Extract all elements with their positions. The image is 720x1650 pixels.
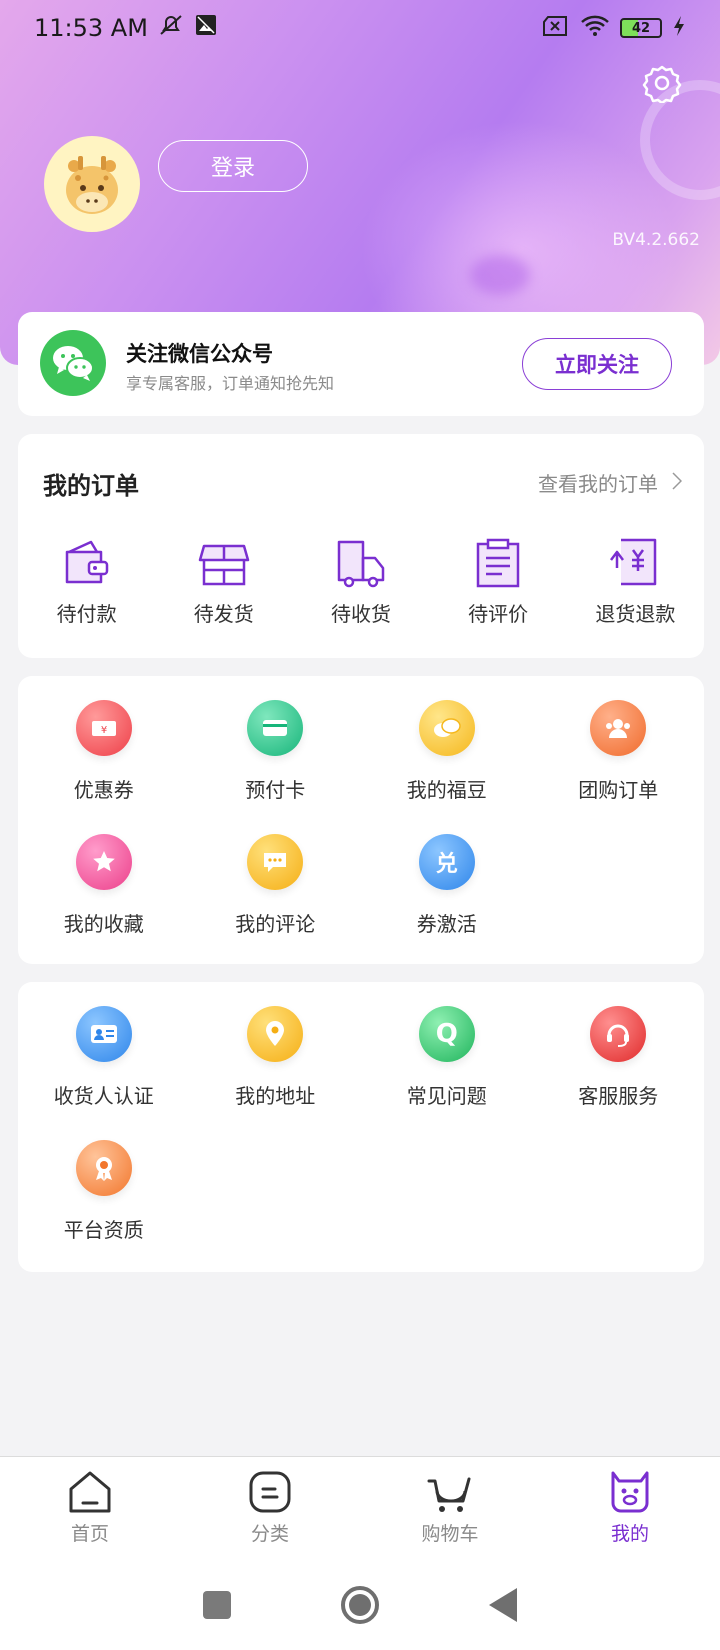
grid-label: 客服服务	[578, 1084, 659, 1108]
customer-service-entry[interactable]: 客服服务	[533, 1006, 705, 1140]
nav-cart[interactable]: 购物车	[360, 1457, 540, 1560]
wallet-icon	[65, 540, 108, 584]
group-icon	[590, 700, 647, 756]
order-refund[interactable]: 退货退款	[567, 534, 704, 627]
system-navigation-bar	[0, 1560, 720, 1650]
giraffe-avatar-icon	[66, 156, 118, 214]
recents-button[interactable]	[203, 1591, 231, 1619]
nav-mine[interactable]: 我的	[540, 1457, 720, 1560]
grid-label: 常见问题	[406, 1084, 487, 1108]
order-pending-receipt[interactable]: 待收货	[292, 534, 429, 627]
location-icon	[247, 1006, 304, 1062]
bottom-navigation: 首页 分类 购物车 我的	[0, 1456, 720, 1560]
favorites-entry[interactable]: 我的收藏	[18, 834, 190, 968]
headset-icon	[590, 1006, 647, 1062]
avatar[interactable]	[44, 136, 140, 232]
chevron-right-icon	[672, 471, 683, 495]
order-label: 待收货	[330, 602, 391, 626]
shop-icon	[198, 544, 250, 586]
order-label: 待发货	[193, 602, 254, 626]
faq-glyph: Q	[435, 1019, 458, 1049]
app-version: BV4.2.662	[612, 230, 700, 250]
consignee-verification-entry[interactable]: 收货人认证	[18, 1006, 190, 1140]
grid-label: 团购订单	[578, 778, 659, 802]
fudou-entry[interactable]: 我的福豆	[361, 700, 533, 834]
nav-label: 购物车	[421, 1523, 479, 1545]
id-card-icon	[75, 1006, 132, 1062]
prepaid-card-entry[interactable]: 预付卡	[190, 700, 362, 834]
nav-category[interactable]: 分类	[180, 1457, 360, 1560]
order-pending-shipment[interactable]: 待发货	[155, 534, 292, 627]
grid-label: 我的收藏	[63, 912, 144, 936]
battery-indicator: 42	[620, 18, 662, 38]
nav-label: 首页	[70, 1523, 109, 1545]
refund-icon	[610, 538, 657, 586]
nav-label: 我的	[610, 1523, 649, 1545]
grid-label: 优惠券	[73, 778, 134, 802]
comments-entry[interactable]: 我的评论	[190, 834, 362, 968]
order-pending-review[interactable]: 待评价	[430, 534, 567, 627]
activate-glyph: 兑	[435, 852, 458, 877]
wechat-title: 关注微信公众号	[126, 342, 273, 366]
image-icon	[194, 13, 218, 43]
category-icon	[249, 1471, 291, 1513]
order-pending-payment[interactable]: 待付款	[18, 534, 155, 627]
group-order-entry[interactable]: 团购订单	[533, 700, 705, 834]
grid-label: 预付卡	[245, 778, 306, 802]
bean-icon	[418, 700, 475, 756]
coupon-icon: ¥	[75, 700, 132, 756]
grid-label: 收货人认证	[53, 1084, 154, 1108]
settings-gear-icon[interactable]	[642, 63, 682, 105]
charging-icon	[672, 15, 686, 41]
activate-icon: 兑	[418, 834, 475, 890]
home-icon	[69, 1471, 111, 1513]
follow-button[interactable]: 立即关注	[522, 338, 672, 390]
view-all-orders-link[interactable]: 查看我的订单	[538, 468, 683, 497]
status-bar: 11:53 AM 42	[0, 0, 720, 56]
wechat-subtitle: 享专属客服，订单通知抢先知	[126, 374, 335, 393]
wifi-icon	[580, 15, 610, 41]
coupon-activate-entry[interactable]: 兑 券激活	[361, 834, 533, 968]
grid-label: 我的评论	[235, 912, 316, 936]
faq-entry[interactable]: Q 常见问题	[361, 1006, 533, 1140]
my-address-entry[interactable]: 我的地址	[190, 1006, 362, 1140]
mute-icon	[158, 12, 184, 44]
no-sim-icon	[542, 15, 570, 41]
wechat-icon	[40, 330, 106, 396]
platform-qualification-entry[interactable]: 平台资质	[18, 1140, 190, 1274]
svg-text:¥: ¥	[101, 725, 107, 736]
grid-label: 平台资质	[63, 1218, 144, 1242]
star-icon	[75, 834, 132, 890]
cart-icon	[427, 1477, 471, 1512]
coupon-entry[interactable]: ¥ 优惠券	[18, 700, 190, 834]
services-card: 收货人认证 我的地址 Q 常见问题 客服服务 平台资质	[18, 982, 704, 1272]
faq-icon: Q	[418, 1006, 475, 1062]
view-all-orders-label: 查看我的订单	[538, 472, 658, 496]
back-button[interactable]	[489, 1588, 517, 1622]
grid-label: 我的福豆	[406, 778, 487, 802]
orders-title: 我的订单	[43, 472, 139, 500]
status-time: 11:53 AM	[34, 14, 148, 42]
nav-home[interactable]: 首页	[0, 1457, 180, 1560]
home-button[interactable]	[341, 1586, 379, 1624]
grid-label: 我的地址	[235, 1084, 316, 1108]
order-label: 待付款	[56, 602, 117, 626]
comment-icon	[247, 834, 304, 890]
my-orders-card: 我的订单 查看我的订单 待付款 待发货 待收货 待评价 退货退款	[18, 434, 704, 658]
nav-label: 分类	[250, 1523, 289, 1545]
badge-icon	[75, 1140, 132, 1196]
clipboard-icon	[476, 538, 520, 588]
login-button[interactable]: 登录	[158, 140, 308, 192]
grid-label: 券激活	[416, 912, 477, 936]
wechat-follow-card: 关注微信公众号 享专属客服，订单通知抢先知 立即关注	[18, 312, 704, 416]
order-label: 待评价	[468, 602, 529, 626]
truck-icon	[337, 540, 385, 588]
card-icon	[247, 700, 304, 756]
order-label: 退货退款	[595, 602, 676, 626]
tools-card: ¥ 优惠券 预付卡 我的福豆 团购订单 我的收藏 我的评论 兑 券激活	[18, 676, 704, 964]
mine-icon	[611, 1471, 649, 1513]
